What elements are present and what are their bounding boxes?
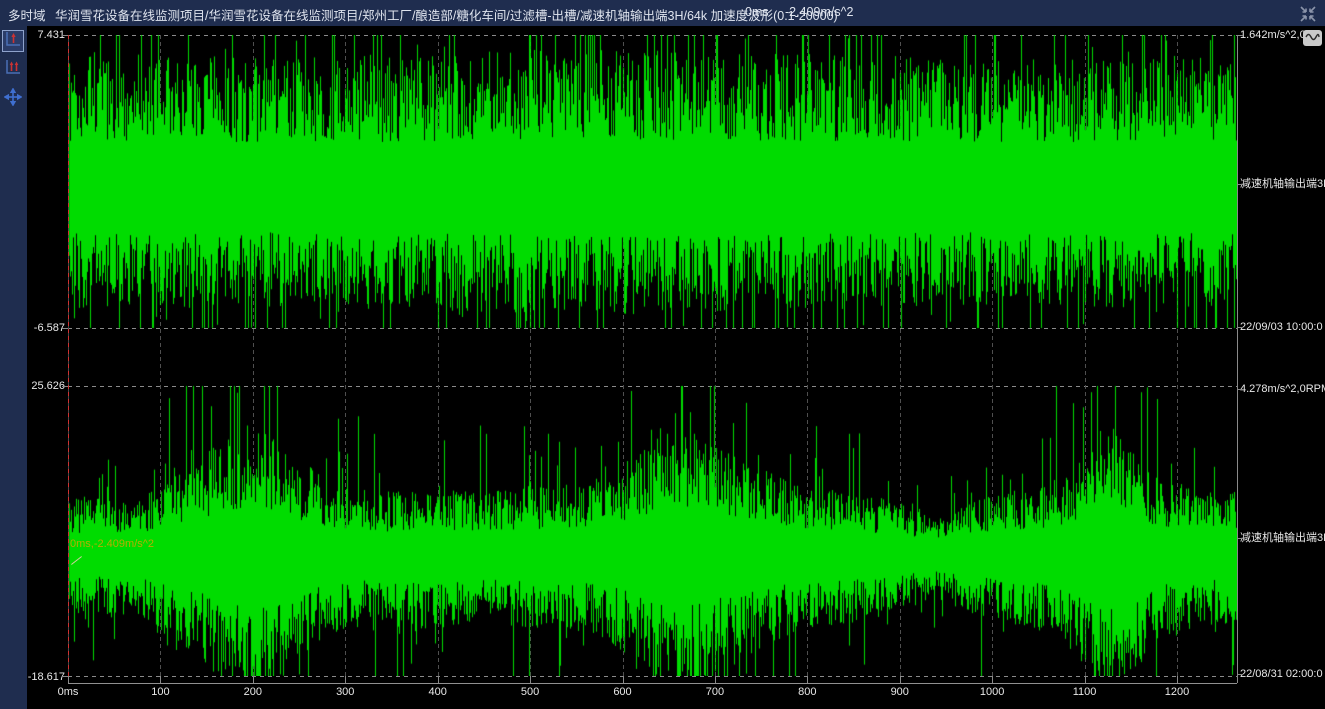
toolbar-sidebar	[0, 26, 27, 709]
single-waveform-tool-button[interactable]	[2, 30, 24, 52]
plot1-timestamp-label: 22/09/03 10:00:0	[1240, 321, 1323, 333]
topbar: 多时域 华润雪花设备在线监测项目/华润雪花设备在线监测项目/郑州工厂/酿造部/糖…	[0, 0, 1325, 26]
x-tick	[438, 676, 439, 683]
x-tick	[68, 676, 69, 683]
x-axis-label: 700	[693, 686, 737, 698]
y-tick	[62, 676, 68, 677]
plot2-timestamp-label: 22/08/31 02:00:0	[1240, 668, 1323, 680]
waveform-list-button[interactable]	[1303, 30, 1322, 46]
x-axis-label: 900	[878, 686, 922, 698]
cursor-annotation: 0ms,-2.409m/s^2	[70, 538, 154, 550]
cursor-value-readout: -2.409m/s^2	[785, 5, 853, 19]
r-tick	[1237, 327, 1243, 328]
r-tick	[1237, 184, 1243, 185]
x-axis-label: 200	[231, 686, 275, 698]
cursor-line[interactable]	[68, 35, 69, 676]
x-axis-label: 100	[138, 686, 182, 698]
right-axis-line	[1237, 35, 1238, 683]
y-tick	[62, 328, 68, 329]
mode-label[interactable]: 多时域	[8, 5, 46, 24]
move-cross-icon	[4, 88, 22, 111]
x-axis-label: 300	[323, 686, 367, 698]
y-tick	[62, 386, 68, 387]
plot1-channel-label: 减速机轴输出端3H	[1240, 178, 1325, 190]
r-tick	[1237, 538, 1243, 539]
plot2-ymin-label: -18.617	[27, 671, 65, 683]
x-axis-label: 800	[785, 686, 829, 698]
waveform-canvas[interactable]	[68, 35, 1237, 676]
x-tick	[1177, 676, 1178, 683]
axis-double-arrow-icon	[4, 58, 22, 81]
x-tick	[160, 676, 161, 683]
y-tick	[62, 35, 68, 36]
x-axis-label: 0ms	[46, 686, 90, 698]
x-axis-label: 400	[416, 686, 460, 698]
sine-wave-icon	[1305, 29, 1320, 47]
x-tick	[807, 676, 808, 683]
collapse-window-icon[interactable]	[1299, 5, 1317, 23]
x-tick	[715, 676, 716, 683]
chart-area: 7.431 -6.587 25.626 -18.617 1.642m/s^2,0…	[27, 26, 1325, 709]
x-tick	[530, 676, 531, 683]
x-axis-label: 1000	[970, 686, 1014, 698]
x-tick	[253, 676, 254, 683]
x-axis-label: 1200	[1155, 686, 1199, 698]
plot2-feature-label: 4.278m/s^2,0RPM	[1240, 383, 1325, 395]
plot1-feature-label: 1.642m/s^2,0	[1240, 29, 1306, 41]
x-tick	[900, 676, 901, 683]
app-window: 多时域 华润雪花设备在线监测项目/华润雪花设备在线监测项目/郑州工厂/酿造部/糖…	[0, 0, 1325, 709]
x-tick	[623, 676, 624, 683]
r-tick	[1237, 35, 1243, 36]
bottom-axis-line	[68, 683, 1237, 684]
multi-waveform-tool-button[interactable]	[2, 58, 24, 80]
plot2-ymax-label: 25.626	[27, 380, 65, 392]
x-tick	[992, 676, 993, 683]
measurement-path-title: 华润雪花设备在线监测项目/华润雪花设备在线监测项目/郑州工厂/酿造部/糖化车间/…	[55, 5, 838, 24]
r-tick	[1237, 674, 1243, 675]
x-axis-label: 500	[508, 686, 552, 698]
r-tick	[1237, 389, 1243, 390]
plot1-ymin-label: -6.587	[27, 322, 65, 334]
x-tick	[345, 676, 346, 683]
cursor-time-readout: 0ms	[745, 5, 769, 19]
plot1-ymax-label: 7.431	[27, 29, 65, 41]
plot2-bottom-border	[68, 676, 1237, 677]
pan-tool-button[interactable]	[2, 88, 24, 110]
axis-single-arrow-icon	[4, 30, 22, 53]
x-axis-label: 600	[601, 686, 645, 698]
plot2-channel-label: 减速机轴输出端3H	[1240, 532, 1325, 544]
x-axis-label: 1100	[1063, 686, 1107, 698]
x-tick	[1085, 676, 1086, 683]
